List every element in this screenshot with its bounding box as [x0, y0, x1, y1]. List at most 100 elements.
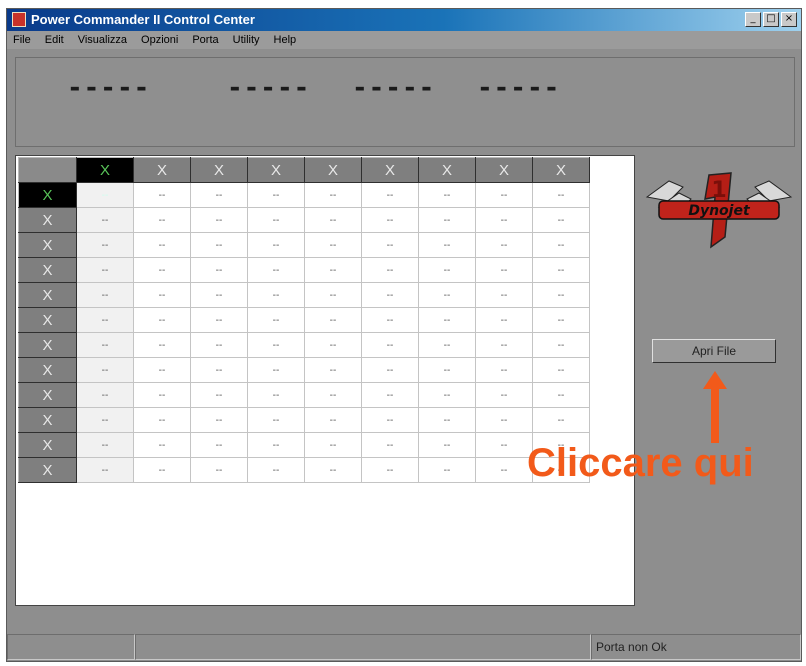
- grid-cell[interactable]: --: [247, 307, 305, 333]
- grid-cell[interactable]: --: [475, 257, 533, 283]
- grid-cell[interactable]: --: [190, 307, 248, 333]
- grid-cell[interactable]: --: [76, 257, 134, 283]
- grid-cell[interactable]: --: [361, 332, 419, 358]
- grid-cell[interactable]: --: [361, 232, 419, 258]
- grid-cell[interactable]: --: [532, 257, 590, 283]
- row-header[interactable]: X: [18, 207, 77, 233]
- menu-porta[interactable]: Porta: [192, 31, 218, 49]
- menu-visualizza[interactable]: Visualizza: [78, 31, 127, 49]
- grid-cell[interactable]: --: [475, 332, 533, 358]
- grid-cell[interactable]: --: [247, 407, 305, 433]
- grid-cell[interactable]: --: [247, 182, 305, 208]
- grid-cell[interactable]: --: [190, 382, 248, 408]
- grid-cell[interactable]: --: [133, 282, 191, 308]
- grid-cell[interactable]: --: [532, 407, 590, 433]
- grid-cell[interactable]: --: [133, 257, 191, 283]
- grid-cell[interactable]: --: [475, 207, 533, 233]
- grid-cell[interactable]: --: [76, 182, 134, 208]
- grid-cell[interactable]: --: [361, 182, 419, 208]
- column-header[interactable]: X: [532, 157, 590, 183]
- grid-cell[interactable]: --: [76, 332, 134, 358]
- grid-cell[interactable]: --: [418, 457, 476, 483]
- menu-file[interactable]: File: [13, 31, 31, 49]
- row-header[interactable]: X: [18, 407, 77, 433]
- grid-cell[interactable]: --: [475, 232, 533, 258]
- grid-cell[interactable]: --: [304, 232, 362, 258]
- column-header[interactable]: X: [361, 157, 419, 183]
- row-header[interactable]: X: [18, 357, 77, 383]
- grid-cell[interactable]: --: [133, 382, 191, 408]
- grid-cell[interactable]: --: [418, 207, 476, 233]
- row-header[interactable]: X: [18, 432, 77, 458]
- row-header[interactable]: X: [18, 282, 77, 308]
- grid-cell[interactable]: --: [76, 282, 134, 308]
- grid-cell[interactable]: --: [532, 282, 590, 308]
- grid-cell[interactable]: --: [190, 407, 248, 433]
- grid-cell[interactable]: --: [304, 357, 362, 383]
- grid-cell[interactable]: --: [247, 332, 305, 358]
- grid-cell[interactable]: --: [361, 282, 419, 308]
- row-header[interactable]: X: [18, 382, 77, 408]
- grid-cell[interactable]: --: [418, 332, 476, 358]
- row-header[interactable]: X: [18, 232, 77, 258]
- grid-cell[interactable]: --: [133, 357, 191, 383]
- grid-cell[interactable]: --: [76, 207, 134, 233]
- grid-cell[interactable]: --: [418, 257, 476, 283]
- row-header[interactable]: X: [18, 257, 77, 283]
- grid-cell[interactable]: --: [361, 407, 419, 433]
- grid-cell[interactable]: --: [133, 332, 191, 358]
- grid-cell[interactable]: --: [76, 357, 134, 383]
- grid-cell[interactable]: --: [361, 357, 419, 383]
- grid-cell[interactable]: --: [304, 182, 362, 208]
- grid-cell[interactable]: --: [475, 182, 533, 208]
- grid-cell[interactable]: --: [304, 207, 362, 233]
- grid-cell[interactable]: --: [133, 182, 191, 208]
- column-header[interactable]: X: [418, 157, 476, 183]
- grid-cell[interactable]: --: [475, 407, 533, 433]
- column-header[interactable]: X: [475, 157, 533, 183]
- grid-cell[interactable]: --: [190, 207, 248, 233]
- menu-utility[interactable]: Utility: [233, 31, 260, 49]
- grid-cell[interactable]: --: [190, 182, 248, 208]
- grid-cell[interactable]: --: [190, 282, 248, 308]
- grid-cell[interactable]: --: [361, 307, 419, 333]
- grid-cell[interactable]: --: [304, 457, 362, 483]
- menu-help[interactable]: Help: [274, 31, 297, 49]
- row-header[interactable]: X: [18, 332, 77, 358]
- grid-cell[interactable]: --: [532, 332, 590, 358]
- grid-cell[interactable]: --: [418, 307, 476, 333]
- grid-cell[interactable]: --: [190, 257, 248, 283]
- grid-cell[interactable]: --: [475, 382, 533, 408]
- grid-cell[interactable]: --: [532, 307, 590, 333]
- maximize-button[interactable]: □: [763, 12, 779, 27]
- grid-cell[interactable]: --: [418, 432, 476, 458]
- grid-cell[interactable]: --: [304, 407, 362, 433]
- grid-cell[interactable]: --: [76, 457, 134, 483]
- grid-cell[interactable]: --: [190, 232, 248, 258]
- grid-cell[interactable]: --: [304, 257, 362, 283]
- grid-cell[interactable]: --: [133, 432, 191, 458]
- grid-cell[interactable]: --: [190, 357, 248, 383]
- minimize-button[interactable]: _: [745, 12, 761, 27]
- grid-cell[interactable]: --: [76, 232, 134, 258]
- grid-cell[interactable]: --: [304, 432, 362, 458]
- grid-cell[interactable]: --: [304, 307, 362, 333]
- column-header[interactable]: X: [76, 157, 134, 183]
- grid-cell[interactable]: --: [361, 457, 419, 483]
- grid-cell[interactable]: --: [76, 407, 134, 433]
- grid-cell[interactable]: --: [361, 257, 419, 283]
- grid-cell[interactable]: --: [133, 407, 191, 433]
- column-header[interactable]: X: [247, 157, 305, 183]
- grid-cell[interactable]: --: [247, 232, 305, 258]
- grid-cell[interactable]: --: [247, 457, 305, 483]
- close-button[interactable]: ×: [781, 12, 797, 27]
- column-header[interactable]: X: [190, 157, 248, 183]
- grid-cell[interactable]: --: [361, 207, 419, 233]
- grid-cell[interactable]: --: [361, 382, 419, 408]
- grid-cell[interactable]: --: [361, 432, 419, 458]
- row-header[interactable]: X: [18, 307, 77, 333]
- grid-cell[interactable]: --: [190, 332, 248, 358]
- grid-cell[interactable]: --: [475, 432, 533, 458]
- grid-cell[interactable]: --: [190, 432, 248, 458]
- grid-cell[interactable]: --: [76, 307, 134, 333]
